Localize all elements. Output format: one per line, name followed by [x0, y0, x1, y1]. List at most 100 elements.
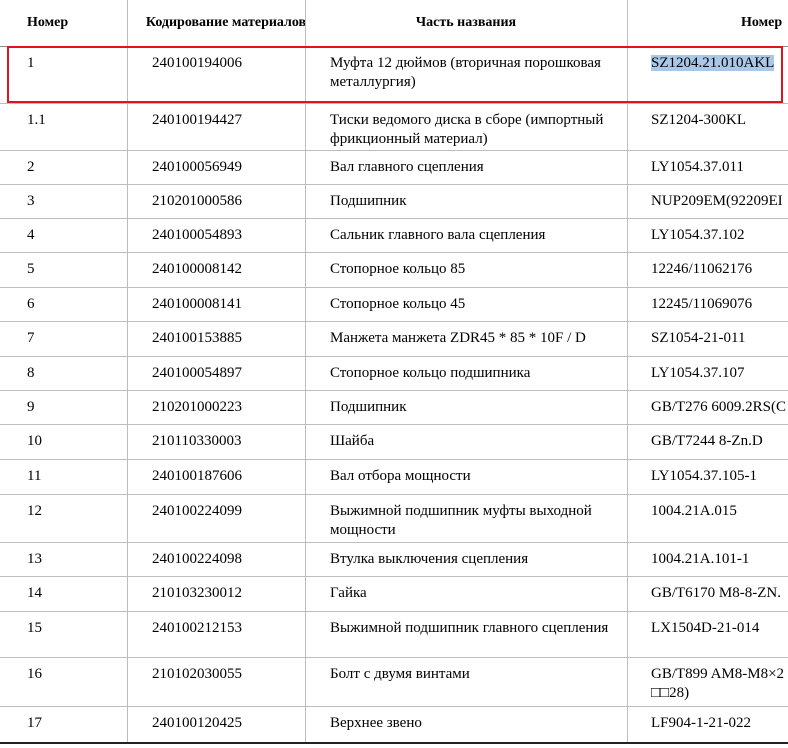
- cell-material-code-text: 240100212153: [152, 620, 242, 636]
- cell-part-number[interactable]: GB/T6170 M8-8-ZN.: [651, 584, 788, 603]
- row-divider: [0, 287, 788, 288]
- cell-part-name[interactable]: Подшипник: [330, 192, 622, 211]
- cell-part-name[interactable]: Подшипник: [330, 398, 622, 417]
- cell-number[interactable]: 11: [27, 467, 122, 486]
- cell-part-number-text: GB/T276 6009.2RS(C: [651, 399, 787, 415]
- cell-material-code[interactable]: 240100153885: [152, 329, 302, 348]
- cell-material-code[interactable]: 240100054897: [152, 364, 302, 383]
- cell-part-number[interactable]: LY1054.37.011: [651, 158, 788, 177]
- cell-part-name[interactable]: Втулка выключения сцепления: [330, 550, 622, 569]
- cell-part-name-text: Стопорное кольцо 45: [330, 296, 466, 312]
- cell-part-number-text: LY1054.37.105-1: [651, 468, 757, 484]
- cell-number[interactable]: 12: [27, 502, 122, 521]
- cell-part-name-text: Болт с двумя винтами: [330, 666, 470, 682]
- cell-number[interactable]: 7: [27, 329, 122, 348]
- cell-material-code[interactable]: 240100224098: [152, 550, 302, 569]
- header-number: Номер: [27, 15, 69, 30]
- cell-number[interactable]: 9: [27, 398, 122, 417]
- cell-material-code[interactable]: 210110330003: [152, 432, 302, 451]
- cell-number[interactable]: 13: [27, 550, 122, 569]
- cell-part-number-text: 1004.21A.101-1: [651, 551, 750, 567]
- cell-number-text: 17: [27, 715, 42, 731]
- cell-part-number[interactable]: 12245/11069076: [651, 295, 788, 314]
- cell-number[interactable]: 5: [27, 260, 122, 279]
- cell-number[interactable]: 15: [27, 619, 122, 638]
- cell-part-name[interactable]: Вал главного сцепления: [330, 158, 622, 177]
- cell-part-name[interactable]: Выжимной подшипник муфты выходной мощнос…: [330, 502, 622, 540]
- cell-material-code[interactable]: 240100008142: [152, 260, 302, 279]
- cell-part-number-text: LF904-1-21-022: [651, 715, 751, 731]
- cell-part-number[interactable]: LY1054.37.102: [651, 226, 788, 245]
- cell-part-name[interactable]: Манжета манжета ZDR45 * 85 * 10F / D: [330, 329, 622, 348]
- cell-part-number[interactable]: LY1054.37.107: [651, 364, 788, 383]
- cell-material-code[interactable]: 210103230012: [152, 584, 302, 603]
- cell-material-code[interactable]: 210102030055: [152, 665, 302, 684]
- cell-part-number-text: NUP209EM(92209EI: [651, 193, 783, 209]
- row-divider: [0, 706, 788, 707]
- cell-material-code[interactable]: 240100120425: [152, 714, 302, 733]
- cell-material-code[interactable]: 240100224099: [152, 502, 302, 521]
- cell-material-code-text: 240100224098: [152, 551, 242, 567]
- table-row: 9 210201000223 Подшипник GB/T276 6009.2RS(C: [0, 390, 788, 424]
- cell-part-number[interactable]: LY1054.37.105-1: [651, 467, 788, 486]
- table-row: 2 240100056949 Вал главного сцепления LY105…: [0, 150, 788, 184]
- cell-part-name[interactable]: Болт с двумя винтами: [330, 665, 622, 684]
- table-row: 12 240100224099 Выжимной подшипник муфты в…: [0, 494, 788, 542]
- cell-part-name[interactable]: Стопорное кольцо 85: [330, 260, 622, 279]
- cell-part-number[interactable]: NUP209EM(92209EI: [651, 192, 788, 211]
- cell-material-code-text: 240100008141: [152, 296, 242, 312]
- cell-number-text: 15: [27, 620, 42, 636]
- cell-part-number-text: LY1054.37.011: [651, 159, 744, 175]
- table-row: 4 240100054893 Сальник главного вала сцепл…: [0, 218, 788, 252]
- cell-number-text: 5: [27, 261, 35, 277]
- cell-part-name[interactable]: Верхнее звено: [330, 714, 622, 733]
- table-row: 8 240100054897 Стопорное кольцо подшипника…: [0, 356, 788, 390]
- cell-number[interactable]: 1.1: [27, 111, 122, 130]
- cell-part-number[interactable]: LF904-1-21-022: [651, 714, 788, 733]
- cell-part-number-text: GB/T899 AM8-M8×2 □□28): [651, 666, 785, 701]
- cell-part-number[interactable]: 12246/11062176: [651, 260, 788, 279]
- cell-number[interactable]: 16: [27, 665, 122, 684]
- cell-part-number-text: LY1054.37.107: [651, 365, 745, 381]
- cell-part-name[interactable]: Стопорное кольцо 45: [330, 295, 622, 314]
- cell-part-number[interactable]: GB/T899 AM8-M8×2 □□28): [651, 665, 788, 703]
- cell-part-name[interactable]: Шайба: [330, 432, 622, 451]
- cell-part-name-text: Втулка выключения сцепления: [330, 551, 529, 567]
- cell-part-number[interactable]: GB/T7244 8-Zn.D: [651, 432, 788, 451]
- cell-part-number[interactable]: LX1504D-21-014: [651, 619, 788, 638]
- cell-part-name[interactable]: Стопорное кольцо подшипника: [330, 364, 622, 383]
- table-bottom-border: [0, 742, 788, 744]
- cell-material-code[interactable]: 240100194427: [152, 111, 302, 130]
- cell-material-code[interactable]: 240100056949: [152, 158, 302, 177]
- header-material-code: Кодирование материалов: [145, 15, 307, 30]
- cell-material-code[interactable]: 210201000586: [152, 192, 302, 211]
- table-row: 14 210103230012 Гайка GB/T6170 M8-8-ZN.: [0, 576, 788, 611]
- cell-part-name-text: Тиски ведомого диска в сборе (импортный …: [330, 112, 604, 147]
- cell-part-name[interactable]: Выжимной подшипник главного сцепления: [330, 619, 622, 638]
- cell-part-number[interactable]: SZ1054-21-011: [651, 329, 788, 348]
- cell-part-number-text: LY1054.37.102: [651, 227, 745, 243]
- cell-number[interactable]: 17: [27, 714, 122, 733]
- cell-part-name[interactable]: Вал отбора мощности: [330, 467, 622, 486]
- cell-number[interactable]: 6: [27, 295, 122, 314]
- cell-part-name[interactable]: Тиски ведомого диска в сборе (импортный …: [330, 111, 622, 149]
- cell-part-name[interactable]: Сальник главного вала сцепления: [330, 226, 622, 245]
- row-divider: [0, 424, 788, 425]
- cell-number[interactable]: 8: [27, 364, 122, 383]
- cell-material-code-text: 210102030055: [152, 666, 242, 682]
- cell-part-number[interactable]: GB/T276 6009.2RS(C: [651, 398, 788, 417]
- cell-number[interactable]: 4: [27, 226, 122, 245]
- cell-part-number[interactable]: 1004.21A.015: [651, 502, 788, 521]
- cell-number[interactable]: 2: [27, 158, 122, 177]
- cell-number[interactable]: 14: [27, 584, 122, 603]
- cell-part-number[interactable]: 1004.21A.101-1: [651, 550, 788, 569]
- cell-material-code[interactable]: 210201000223: [152, 398, 302, 417]
- cell-part-number[interactable]: SZ1204-300KL: [651, 111, 788, 130]
- cell-part-name[interactable]: Гайка: [330, 584, 622, 603]
- cell-material-code[interactable]: 240100187606: [152, 467, 302, 486]
- cell-number[interactable]: 10: [27, 432, 122, 451]
- cell-material-code[interactable]: 240100008141: [152, 295, 302, 314]
- cell-material-code[interactable]: 240100212153: [152, 619, 302, 638]
- cell-material-code[interactable]: 240100054893: [152, 226, 302, 245]
- cell-number[interactable]: 3: [27, 192, 122, 211]
